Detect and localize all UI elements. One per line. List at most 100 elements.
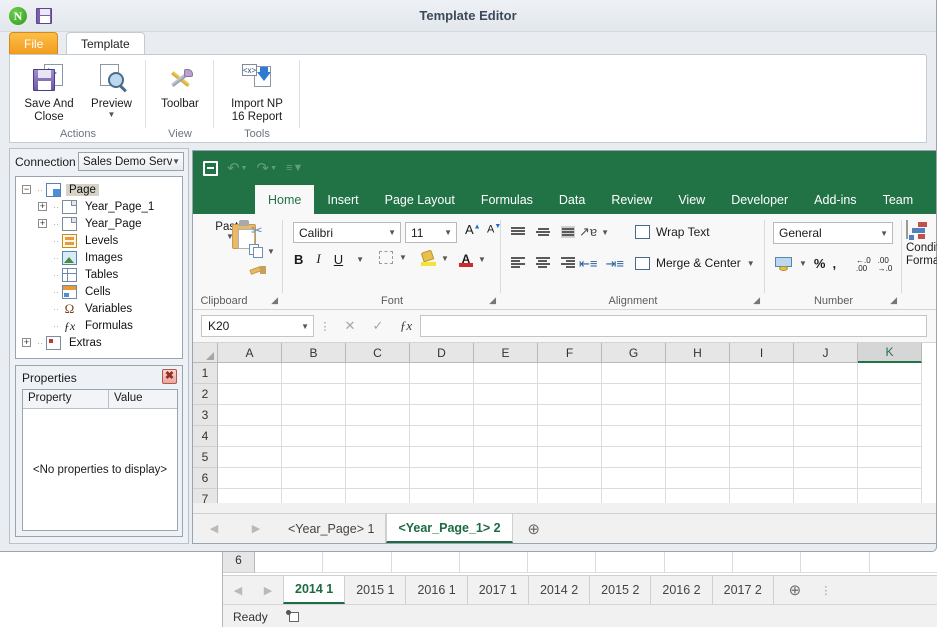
grid-cell[interactable] (538, 447, 602, 468)
column-header-j[interactable]: J (794, 343, 858, 363)
sheet-tab-2017-1[interactable]: 2017 1 (468, 576, 529, 604)
grid-cell[interactable] (474, 468, 538, 489)
sheet-tab-2015-2[interactable]: 2015 2 (590, 576, 652, 604)
borders-icon[interactable] (379, 251, 393, 264)
grid-cell[interactable] (794, 468, 858, 489)
align-right-icon[interactable] (561, 256, 575, 268)
align-bottom-icon[interactable] (561, 226, 575, 238)
font-size-select[interactable]: 11 ▼ (405, 222, 457, 243)
dialog-launcher-icon[interactable]: ◢ (489, 295, 496, 306)
column-header-d[interactable]: D (410, 343, 474, 363)
expand-icon[interactable]: + (38, 219, 47, 228)
tab-insert[interactable]: Insert (314, 185, 371, 214)
chevron-down-icon[interactable]: ▼ (441, 255, 449, 263)
tab-formulas[interactable]: Formulas (468, 185, 546, 214)
accounting-format-icon[interactable] (775, 256, 792, 271)
grid-cell[interactable] (730, 468, 794, 489)
chevron-down-icon[interactable]: ▼ (388, 228, 396, 237)
comma-style-button[interactable]: , (832, 256, 836, 271)
name-box[interactable]: K20 ▼ (201, 315, 314, 337)
grid-cell[interactable] (218, 405, 282, 426)
sheet-tab-year-page-1[interactable]: <Year_Page_1> 2 (386, 514, 513, 543)
grid-cell[interactable] (474, 363, 538, 384)
copy-button[interactable]: ▼ (249, 244, 275, 258)
increase-decimal-icon[interactable]: ←.0.00 (856, 257, 871, 273)
grid-cell[interactable] (282, 384, 346, 405)
conditional-formatting-button[interactable]: Conditi Formatt (906, 220, 937, 268)
grid-cell[interactable] (474, 384, 538, 405)
grid-cell[interactable] (218, 447, 282, 468)
sheet-tab-2014-2[interactable]: 2014 2 (529, 576, 591, 604)
tab-home[interactable]: Home (255, 185, 315, 214)
expand-icon[interactable]: + (38, 202, 47, 211)
decrease-decimal-icon[interactable]: .00 →.0 (878, 257, 893, 273)
grid-cell[interactable] (410, 447, 474, 468)
tab-page-layout[interactable]: Page Layout (372, 185, 468, 214)
grid-cell[interactable] (538, 384, 602, 405)
grid-cell[interactable] (218, 468, 282, 489)
grid-cell[interactable] (410, 426, 474, 447)
tab-team[interactable]: Team (870, 185, 927, 214)
underline-button[interactable]: U (334, 252, 343, 267)
row-header-4[interactable]: 4 (193, 426, 218, 447)
prev-sheet-icon[interactable]: ◀ (234, 584, 242, 597)
grid-cell[interactable] (602, 426, 666, 447)
tree-item-tables[interactable]: ·· Tables (16, 266, 182, 283)
column-header-c[interactable]: C (346, 343, 410, 363)
row-header-2[interactable]: 2 (193, 384, 218, 405)
insert-function-icon[interactable]: ƒx (392, 315, 420, 337)
tree-item-levels[interactable]: ·· Levels (16, 232, 182, 249)
grid-cell[interactable] (794, 363, 858, 384)
tab-overflow-icon[interactable]: ⋮ (816, 576, 836, 604)
decrease-indent-icon[interactable]: ⇤≡ (579, 256, 597, 272)
paste-button[interactable]: Paste ▼ (207, 220, 256, 249)
chevron-down-icon[interactable]: ▼ (108, 111, 116, 119)
grid-cell[interactable] (218, 384, 282, 405)
grid-cell[interactable] (666, 363, 730, 384)
cut-button[interactable]: ✂ (251, 222, 263, 239)
row-header-1[interactable]: 1 (193, 363, 218, 384)
cancel-icon[interactable]: ✕ (336, 315, 364, 337)
chevron-down-icon[interactable]: ▼ (601, 228, 609, 236)
grid-cell[interactable] (218, 426, 282, 447)
toolbar-button[interactable]: Toolbar (153, 63, 207, 111)
grid-cell[interactable] (346, 384, 410, 405)
grid-cell[interactable] (410, 384, 474, 405)
import-np-report-button[interactable]: <x> Import NP 16 Report (219, 63, 295, 124)
grid-cell[interactable] (858, 363, 922, 384)
percent-style-button[interactable]: % (814, 256, 826, 271)
grid-cell[interactable] (602, 447, 666, 468)
fill-color-icon[interactable] (420, 249, 436, 266)
select-all-button[interactable] (193, 343, 218, 363)
grid-cell[interactable] (602, 384, 666, 405)
chevron-down-icon[interactable]: ▼ (267, 247, 275, 255)
increase-indent-icon[interactable]: ⇥≡ (605, 256, 623, 272)
row-header-6[interactable]: 6 (193, 468, 218, 489)
grid-cell[interactable] (730, 447, 794, 468)
tree-item-page[interactable]: − ·· Page (16, 181, 182, 198)
align-middle-icon[interactable] (536, 226, 550, 238)
sheet-tab-2014-1[interactable]: 2014 1 (283, 576, 346, 604)
next-sheet-icon[interactable]: ▶ (252, 522, 260, 535)
close-icon[interactable]: ✖ (162, 369, 177, 384)
macro-record-icon[interactable] (285, 610, 300, 623)
formula-input[interactable] (420, 315, 927, 337)
prev-sheet-icon[interactable]: ◀ (210, 522, 218, 535)
merge-center-button[interactable]: Merge & Center (656, 256, 741, 270)
tree-item-year-page[interactable]: + ·· Year_Page (16, 215, 182, 232)
sheet-tab-year-page[interactable]: <Year_Page> 1 (277, 514, 387, 543)
grid-cell[interactable] (666, 426, 730, 447)
sheet-tab-2016-1[interactable]: 2016 1 (406, 576, 468, 604)
dialog-launcher-icon[interactable]: ◢ (890, 295, 897, 306)
column-header-a[interactable]: A (218, 343, 282, 363)
chevron-down-icon[interactable]: ▼ (478, 255, 486, 263)
collapse-icon[interactable]: − (22, 185, 31, 194)
column-header-f[interactable]: F (538, 343, 602, 363)
grid-cell[interactable] (666, 405, 730, 426)
enter-icon[interactable]: ✓ (364, 315, 392, 337)
number-format-select[interactable]: General ▼ (773, 222, 893, 244)
chevron-down-icon[interactable]: ▼ (880, 229, 888, 238)
grid-cell[interactable] (602, 468, 666, 489)
grid-cell[interactable] (666, 468, 730, 489)
grid-cell[interactable] (538, 405, 602, 426)
